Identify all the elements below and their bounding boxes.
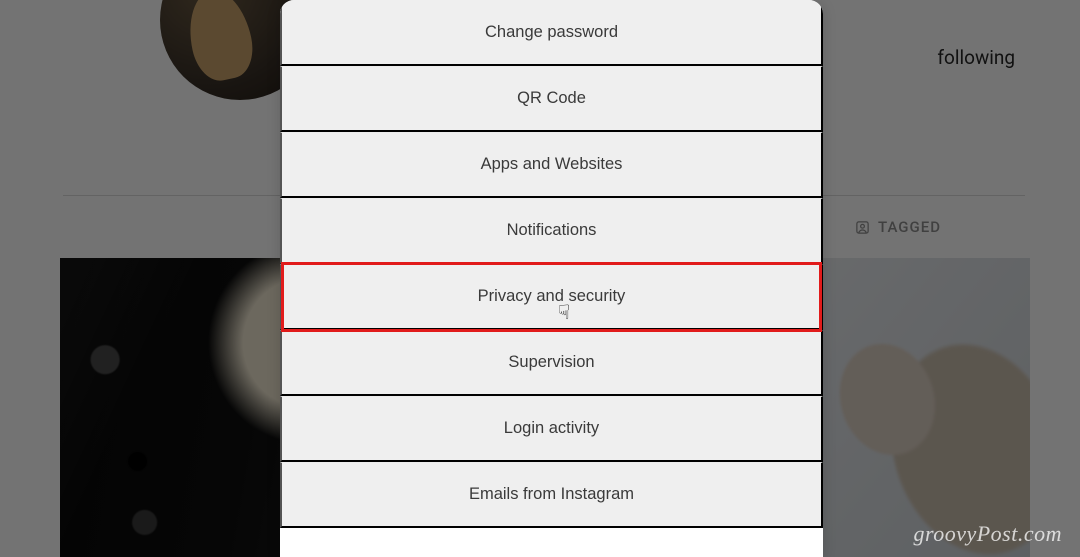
menu-item-apps-websites[interactable]: Apps and Websites [280, 132, 823, 198]
menu-item-label: Notifications [507, 221, 597, 240]
menu-item-emails-instagram[interactable]: Emails from Instagram [280, 462, 823, 528]
menu-item-label: QR Code [517, 89, 586, 108]
menu-item-label: Change password [485, 23, 618, 42]
menu-item-label: Supervision [508, 353, 594, 372]
menu-item-supervision[interactable]: Supervision [280, 330, 823, 396]
menu-item-label: Emails from Instagram [469, 485, 634, 504]
menu-item-label: Apps and Websites [481, 155, 623, 174]
menu-item-label: Login activity [504, 419, 599, 438]
menu-item-label: Privacy and security [478, 287, 626, 306]
menu-item-change-password[interactable]: Change password [280, 0, 823, 66]
menu-item-login-activity[interactable]: Login activity [280, 396, 823, 462]
settings-modal: Change password QR Code Apps and Website… [280, 0, 823, 557]
menu-item-privacy-security[interactable]: Privacy and security [280, 264, 823, 330]
menu-item-qr-code[interactable]: QR Code [280, 66, 823, 132]
menu-item-notifications[interactable]: Notifications [280, 198, 823, 264]
